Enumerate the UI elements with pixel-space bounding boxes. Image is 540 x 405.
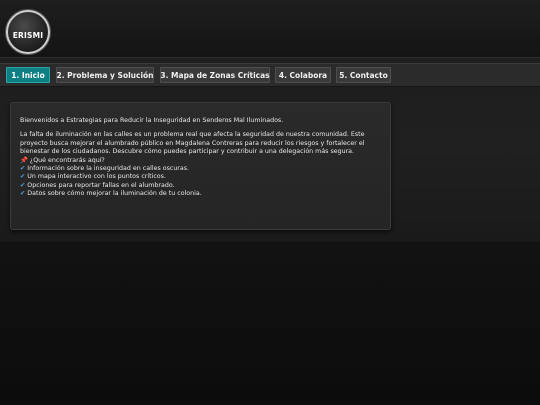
list-item-text: Un mapa interactivo con los puntos críti… bbox=[27, 173, 166, 181]
site-header: ERISMI bbox=[0, 0, 540, 58]
intro-card: Bienvenidos a Estrategias para Reducir l… bbox=[10, 102, 391, 230]
tab-problema-solucion[interactable]: 2. Problema y Solución bbox=[56, 67, 154, 83]
main-nav: 1. Inicio 2. Problema y Solución 3. Mapa… bbox=[0, 63, 540, 87]
tab-inicio[interactable]: 1. Inicio bbox=[6, 67, 50, 83]
tab-contacto[interactable]: 5. Contacto bbox=[336, 67, 391, 83]
list-item-text: Datos sobre cómo mejorar la iluminación … bbox=[27, 190, 202, 198]
check-icon: ✔ bbox=[20, 173, 26, 181]
check-icon: ✔ bbox=[20, 181, 26, 189]
check-icon: ✔ bbox=[20, 190, 26, 198]
tab-mapa-zonas-criticas[interactable]: 3. Mapa de Zonas Críticas bbox=[160, 67, 270, 83]
logo[interactable]: ERISMI bbox=[6, 10, 50, 54]
page-footer-area bbox=[0, 242, 540, 405]
tab-colabora[interactable]: 4. Colabora bbox=[275, 67, 331, 83]
check-icon: ✔ bbox=[20, 165, 26, 173]
list-item-text: Información sobre la inseguridad en call… bbox=[27, 165, 190, 173]
list-item: ✔ Un mapa interactivo con los puntos crí… bbox=[20, 173, 381, 181]
list-item-text: Opciones para reportar fallas en el alum… bbox=[27, 181, 175, 189]
logo-text: ERISMI bbox=[12, 30, 44, 40]
features-heading: 📌 ¿Qué encontrarás aquí? bbox=[20, 157, 381, 165]
list-item: ✔ Datos sobre cómo mejorar la iluminació… bbox=[20, 190, 381, 198]
welcome-text: Bienvenidos a Estrategias para Reducir l… bbox=[20, 117, 284, 124]
list-item: ✔ Opciones para reportar fallas en el al… bbox=[20, 182, 381, 190]
features-question: ¿Qué encontrarás aquí? bbox=[29, 156, 105, 164]
pin-icon: 📌 bbox=[20, 156, 28, 164]
description-text: La falta de iluminación en las calles es… bbox=[20, 131, 365, 156]
